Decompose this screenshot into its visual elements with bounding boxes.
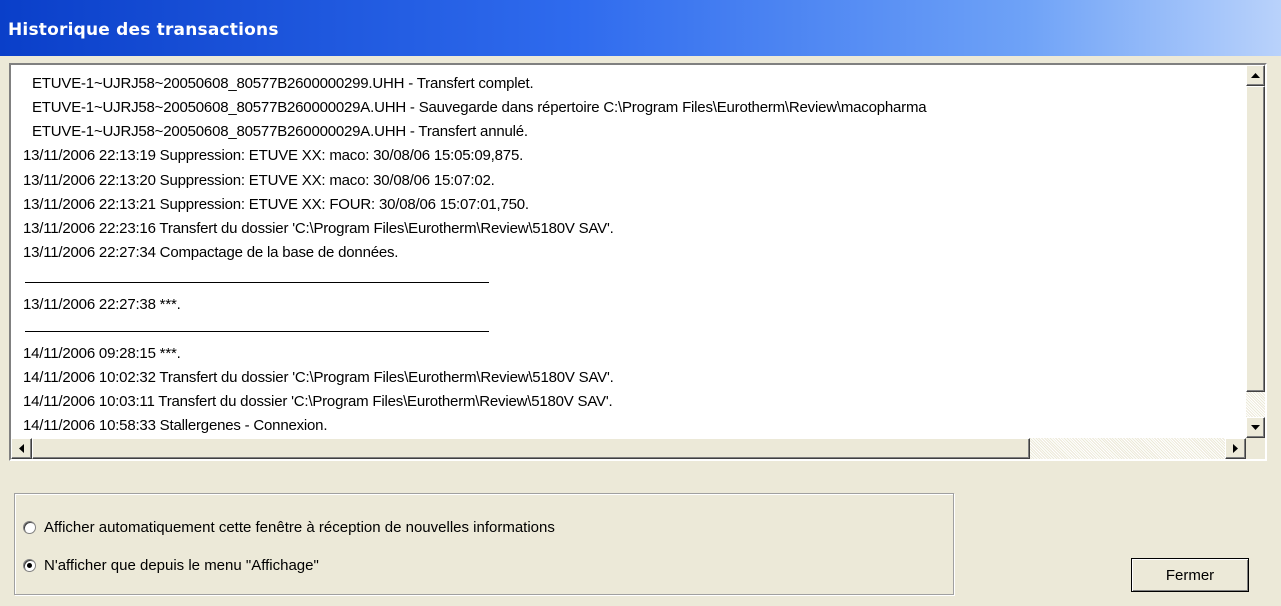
log-line: 14/11/2006 09:28:15 ***. bbox=[23, 345, 181, 362]
log-separator bbox=[25, 282, 489, 283]
horizontal-scroll-thumb[interactable] bbox=[32, 438, 1030, 459]
log-line: 13/11/2006 22:13:20 Suppression: ETUVE X… bbox=[23, 172, 495, 189]
arrow-down-icon bbox=[1251, 425, 1260, 430]
title-bar[interactable]: Historique des transactions bbox=[0, 0, 1281, 56]
radio-dot bbox=[27, 562, 32, 568]
arrow-up-icon[interactable] bbox=[1246, 65, 1265, 86]
arrow-right-icon[interactable] bbox=[1225, 438, 1246, 459]
arrow-up-icon bbox=[1251, 73, 1260, 78]
log-line: 13/11/2006 22:27:34 Compactage de la bas… bbox=[23, 244, 399, 261]
radio-auto-display[interactable]: Afficher automatiquement cette fenêtre à… bbox=[23, 517, 555, 537]
vertical-scroll-thumb[interactable] bbox=[1246, 86, 1265, 392]
log-line: ETUVE-1~UJRJ58~20050608_80577B260000029A… bbox=[32, 99, 927, 116]
log-line: 14/11/2006 10:03:11 Transfert du dossier… bbox=[23, 393, 613, 410]
arrow-right-icon bbox=[1233, 444, 1238, 453]
transaction-log-list[interactable]: ETUVE-1~UJRJ58~20050608_80577B2600000299… bbox=[11, 65, 1246, 438]
close-button[interactable]: Fermer bbox=[1131, 558, 1249, 592]
log-line: 13/11/2006 22:13:21 Suppression: ETUVE X… bbox=[23, 196, 529, 213]
horizontal-scrollbar[interactable] bbox=[11, 438, 1246, 459]
radio-button-checked[interactable] bbox=[23, 558, 36, 572]
radio-menu-only[interactable]: N'afficher que depuis le menu "Affichage… bbox=[23, 555, 319, 575]
log-line: 14/11/2006 10:58:33 Stallergenes - Conne… bbox=[23, 417, 328, 434]
log-line: 14/11/2006 10:02:32 Transfert du dossier… bbox=[23, 369, 614, 386]
radio-menu-only-label[interactable]: N'afficher que depuis le menu "Affichage… bbox=[44, 557, 319, 574]
log-line: ETUVE-1~UJRJ58~20050608_80577B2600000299… bbox=[32, 75, 534, 92]
log-line: 13/11/2006 22:13:19 Suppression: ETUVE X… bbox=[23, 147, 524, 164]
scrollbar-corner bbox=[1246, 438, 1265, 459]
window-title: Historique des transactions bbox=[8, 20, 279, 40]
radio-auto-display-label[interactable]: Afficher automatiquement cette fenêtre à… bbox=[44, 519, 555, 536]
arrow-left-icon[interactable] bbox=[11, 438, 32, 459]
arrow-down-icon[interactable] bbox=[1246, 417, 1265, 438]
radio-button-unchecked[interactable] bbox=[23, 520, 36, 534]
log-line: ETUVE-1~UJRJ58~20050608_80577B260000029A… bbox=[32, 123, 528, 140]
display-options-group bbox=[14, 493, 954, 595]
vertical-scrollbar[interactable] bbox=[1246, 65, 1265, 438]
transaction-log[interactable]: ETUVE-1~UJRJ58~20050608_80577B2600000299… bbox=[9, 63, 1267, 461]
log-line: 13/11/2006 22:23:16 Transfert du dossier… bbox=[23, 220, 614, 237]
log-separator bbox=[25, 331, 489, 332]
log-line: 13/11/2006 22:27:38 ***. bbox=[23, 296, 181, 313]
arrow-left-icon bbox=[19, 444, 24, 453]
